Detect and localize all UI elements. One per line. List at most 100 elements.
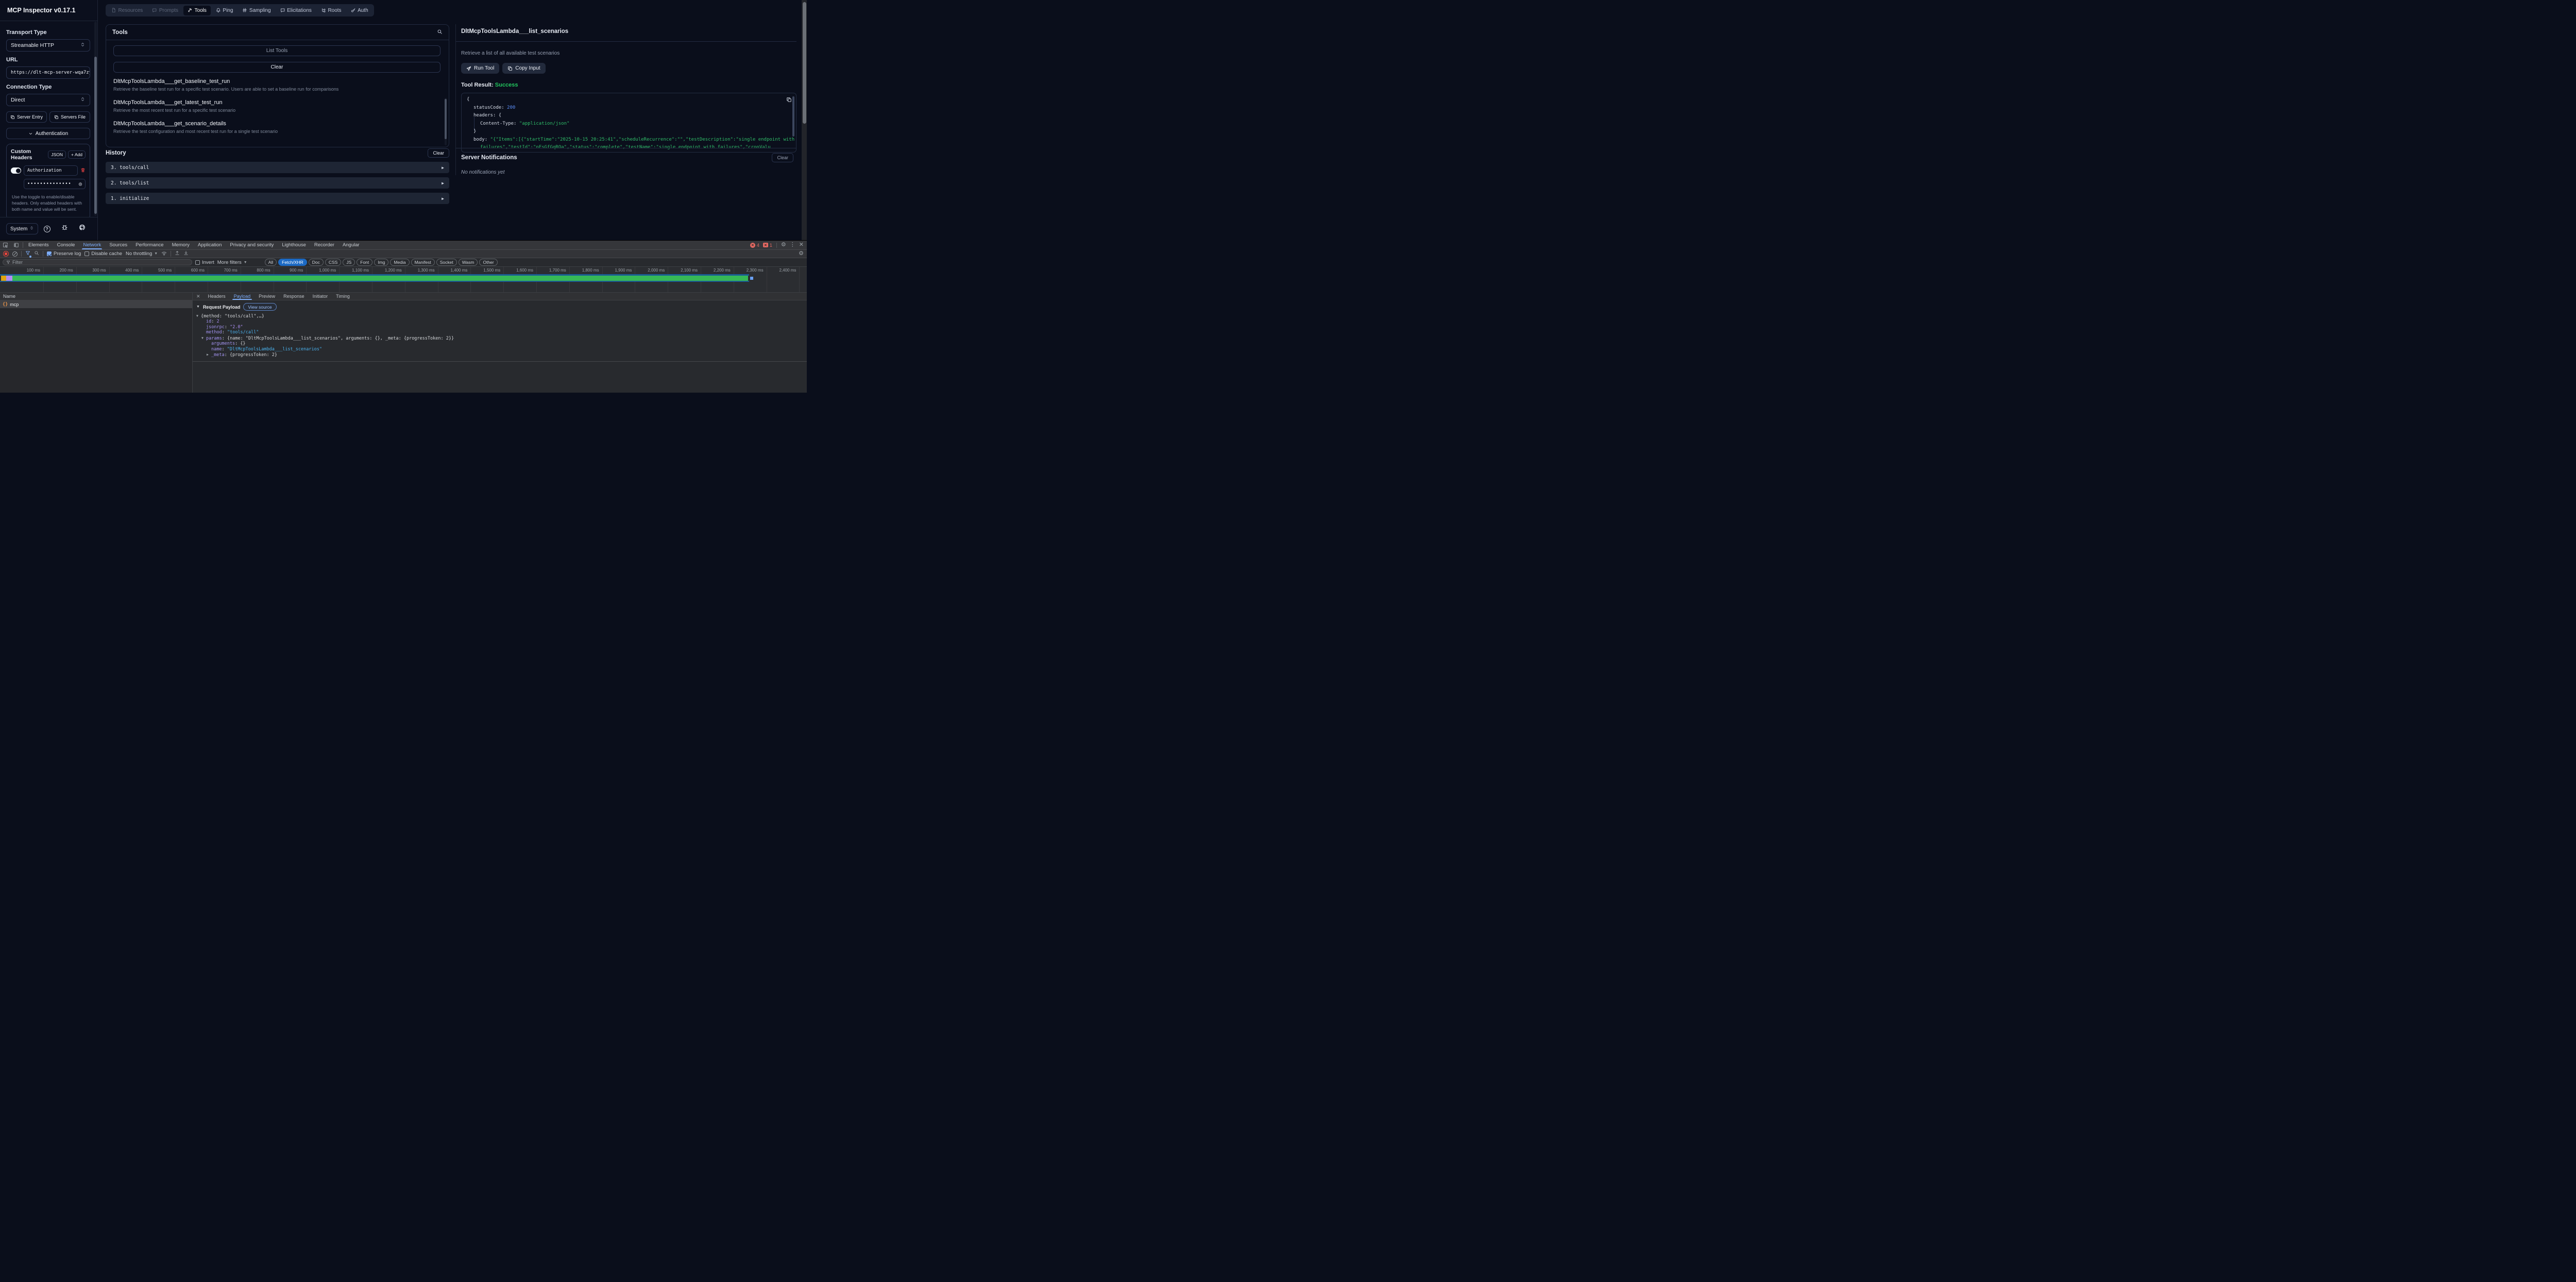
filter-pill-wasm[interactable]: Wasm <box>459 259 478 266</box>
tree-toggle-icon[interactable]: ▶ <box>207 352 211 358</box>
inspect-element-icon[interactable] <box>0 241 11 249</box>
clear-notifications-button[interactable]: Clear <box>772 153 793 162</box>
tree-toggle-icon[interactable]: ▼ <box>201 335 206 341</box>
kebab-menu-icon[interactable]: ⋮ <box>790 242 795 248</box>
filter-pill-js[interactable]: JS <box>343 259 355 266</box>
url-input[interactable]: https://dlt-mcp-server-wqa7zy <box>6 66 90 79</box>
filter-pill-all[interactable]: All <box>265 259 277 266</box>
filter-pill-img[interactable]: Img <box>374 259 388 266</box>
detail-tab-initiator[interactable]: Initiator <box>309 293 332 300</box>
devtools-tab-angular[interactable]: Angular <box>338 241 364 249</box>
detail-tab-headers[interactable]: Headers <box>204 293 230 300</box>
filter-pill-css[interactable]: CSS <box>325 259 341 266</box>
issues-badge[interactable]: ✕ 1 <box>763 243 772 248</box>
run-tool-button[interactable]: Run Tool <box>461 63 499 74</box>
tool-list-scrollbar[interactable] <box>445 98 447 145</box>
expand-icon[interactable]: ▶ <box>442 165 444 170</box>
more-filters-button[interactable]: More filters ▼ <box>217 260 247 265</box>
devtools-tab-sources[interactable]: Sources <box>105 241 131 249</box>
copy-result-icon[interactable] <box>786 97 792 106</box>
network-overview-timeline[interactable]: 100 ms200 ms300 ms400 ms500 ms600 ms700 … <box>0 267 807 293</box>
devtools-tab-lighthouse[interactable]: Lighthouse <box>278 241 310 249</box>
payload-line[interactable]: arguments: {} <box>196 341 807 347</box>
import-har-icon[interactable] <box>175 250 180 257</box>
tool-list-item[interactable]: DltMcpToolsLambda___get_scenario_details… <box>113 121 440 134</box>
delete-header-icon[interactable] <box>80 166 86 175</box>
tab-resources[interactable]: Resources <box>107 6 147 15</box>
name-column-header[interactable]: Name <box>0 293 192 300</box>
history-row[interactable]: 3. tools/call▶ <box>106 162 449 173</box>
json-mode-button[interactable]: JSON <box>48 150 66 159</box>
tab-tools[interactable]: Tools <box>183 6 211 15</box>
clear-history-button[interactable]: Clear <box>428 148 449 158</box>
search-network-icon[interactable] <box>34 250 39 257</box>
result-scrollbar[interactable] <box>792 95 794 150</box>
search-icon[interactable] <box>437 28 443 37</box>
filter-pill-socket[interactable]: Socket <box>436 259 457 266</box>
authentication-toggle-button[interactable]: Authentication <box>6 128 90 139</box>
servers-file-button[interactable]: Servers File <box>49 111 90 123</box>
device-toolbar-icon[interactable] <box>11 241 22 249</box>
settings-gear-icon[interactable]: ⚙ <box>781 242 786 248</box>
filter-pill-font[interactable]: Font <box>357 259 372 266</box>
devtools-tab-privacy-and-security[interactable]: Privacy and security <box>226 241 278 249</box>
detail-tab-timing[interactable]: Timing <box>332 293 354 300</box>
header-name-input[interactable]: Authorization <box>24 165 78 176</box>
copy-input-button[interactable]: Copy Input <box>502 63 545 74</box>
github-icon[interactable] <box>79 224 86 233</box>
request-row-mcp[interactable]: {} mcp <box>0 300 192 308</box>
tab-roots[interactable]: Roots <box>317 6 346 15</box>
payload-line[interactable]: ▼{method: "tools/call",…} <box>196 313 807 319</box>
payload-line[interactable]: jsonrpc: "2.0" <box>196 325 807 330</box>
close-devtools-icon[interactable]: ✕ <box>799 242 804 248</box>
invert-checkbox[interactable]: Invert <box>195 260 214 265</box>
payload-line[interactable]: id: 2 <box>196 319 807 325</box>
tab-sampling[interactable]: Sampling <box>238 6 275 15</box>
bug-report-icon[interactable] <box>61 224 68 233</box>
page-scrollbar[interactable] <box>802 0 807 240</box>
tool-list-item[interactable]: DltMcpToolsLambda___get_latest_test_runR… <box>113 99 440 113</box>
show-value-eye-icon[interactable]: ◎ <box>79 181 82 187</box>
filter-pill-fetch-xhr[interactable]: Fetch/XHR <box>278 259 307 266</box>
view-source-button[interactable]: View source <box>243 303 276 311</box>
add-header-button[interactable]: + Add <box>68 150 86 159</box>
list-tools-button[interactable]: List Tools <box>113 45 440 56</box>
collapse-arrow-icon[interactable]: ▼ <box>196 305 200 309</box>
payload-line[interactable]: name: "DltMcpToolsLambda___list_scenario… <box>196 347 807 352</box>
detail-tab-response[interactable]: Response <box>279 293 309 300</box>
transport-type-select[interactable]: Streamable HTTP <box>6 39 90 52</box>
tool-list-item[interactable]: DltMcpToolsLambda___get_baseline_test_ru… <box>113 78 440 92</box>
detail-tab-preview[interactable]: Preview <box>255 293 279 300</box>
payload-line[interactable]: ▶_meta: {progressToken: 2} <box>196 352 807 358</box>
payload-line[interactable]: ▼params: {name: "DltMcpToolsLambda___lis… <box>196 335 807 341</box>
filter-pill-manifest[interactable]: Manifest <box>411 259 435 266</box>
preserve-log-checkbox[interactable]: Preserve log <box>47 251 81 257</box>
tab-elicitations[interactable]: Elicitations <box>276 6 316 15</box>
close-detail-icon[interactable]: ✕ <box>193 293 204 300</box>
clear-tools-button[interactable]: Clear <box>113 62 440 73</box>
throttling-select[interactable]: No throttling ▼ <box>126 251 158 257</box>
devtools-tab-performance[interactable]: Performance <box>131 241 167 249</box>
export-har-icon[interactable] <box>183 250 189 257</box>
tool-result-json[interactable]: {statusCode: 200headers: {Content-Type: … <box>461 93 796 153</box>
history-row[interactable]: 2. tools/list▶ <box>106 177 449 189</box>
filter-icon[interactable] <box>25 250 30 257</box>
help-icon[interactable]: ? <box>44 226 50 232</box>
theme-select[interactable]: System <box>6 223 38 234</box>
filter-pill-other[interactable]: Other <box>479 259 497 266</box>
record-network-log-button[interactable] <box>3 251 9 257</box>
sidebar-scrollbar[interactable] <box>94 22 97 216</box>
tab-ping[interactable]: Ping <box>212 6 238 15</box>
connection-type-select[interactable]: Direct <box>6 94 90 106</box>
devtools-tab-memory[interactable]: Memory <box>168 241 194 249</box>
filter-pill-media[interactable]: Media <box>390 259 409 266</box>
disable-cache-checkbox[interactable]: Disable cache <box>84 251 122 257</box>
payload-line[interactable]: method: "tools/call" <box>196 330 807 335</box>
clear-network-log-icon[interactable] <box>12 251 18 257</box>
network-conditions-icon[interactable] <box>161 250 167 258</box>
devtools-tab-console[interactable]: Console <box>53 241 79 249</box>
expand-icon[interactable]: ▶ <box>442 196 444 201</box>
console-error-badge[interactable]: ✕ 4 <box>750 243 759 248</box>
devtools-tab-application[interactable]: Application <box>194 241 226 249</box>
header-enabled-toggle[interactable] <box>11 167 21 174</box>
